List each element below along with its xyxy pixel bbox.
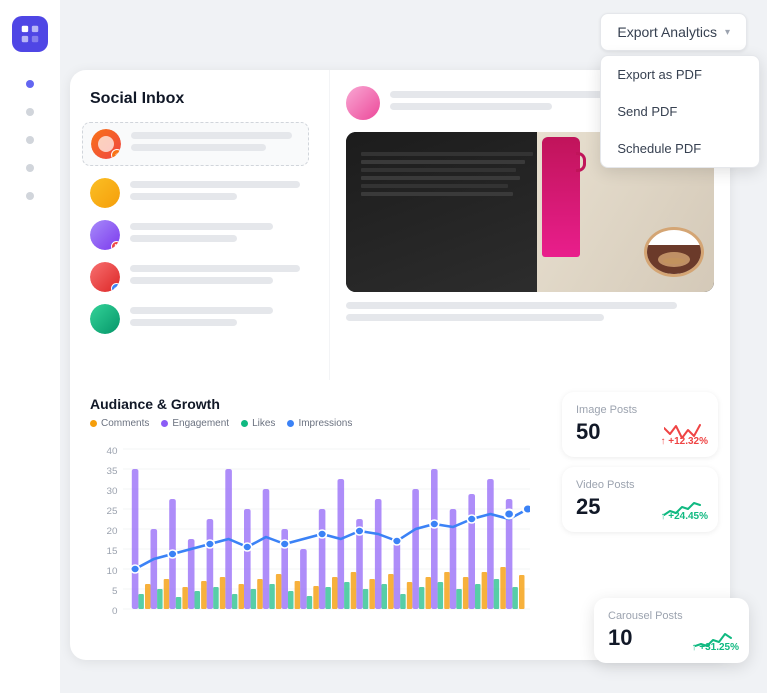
svg-text:0: 0: [112, 606, 118, 616]
sidebar-nav-5[interactable]: [26, 192, 34, 200]
inbox-item-text: [130, 265, 309, 289]
arrow-up-icon: ↑: [660, 436, 665, 447]
social-inbox-title: Social Inbox: [90, 90, 309, 108]
arrow-up-icon: ↑: [660, 511, 665, 522]
svg-text:10: 10: [106, 566, 117, 576]
carousel-posts-card: Carousel Posts 10 ↑ +31.25%: [594, 598, 749, 663]
send-pdf-item[interactable]: Send PDF: [601, 93, 759, 130]
video-posts-change: ↑ +24.45%: [660, 511, 708, 522]
legend-impressions: Impressions: [287, 418, 352, 429]
legend-dot-engagement: [161, 420, 168, 427]
schedule-pdf-item[interactable]: Schedule PDF: [601, 130, 759, 167]
avatar: ↩: [90, 262, 120, 292]
arrow-up-icon: ↑: [691, 642, 696, 653]
legend-label-likes: Likes: [252, 418, 275, 429]
legend-comments: Comments: [90, 418, 149, 429]
legend-label-impressions: Impressions: [298, 418, 352, 429]
export-analytics-label: Export Analytics: [617, 24, 717, 40]
legend-dot-comments: [90, 420, 97, 427]
inbox-item-text: [130, 307, 309, 331]
post-caption: [346, 302, 714, 321]
image-posts-label: Image Posts: [576, 404, 704, 416]
list-item[interactable]: ↩: [90, 262, 309, 292]
video-posts-label: Video Posts: [576, 479, 704, 491]
image-posts-change: ↑ +12.32%: [660, 436, 708, 447]
inbox-item-text: [131, 132, 300, 156]
app-logo[interactable]: [12, 16, 48, 52]
svg-text:5: 5: [112, 586, 118, 596]
export-analytics-button[interactable]: Export Analytics ▾: [600, 13, 747, 51]
list-item[interactable]: [90, 178, 309, 208]
chart-panel: Audiance & Growth Comments Engagement Li…: [70, 380, 550, 660]
svg-text:15: 15: [106, 546, 117, 556]
svg-text:35: 35: [106, 466, 117, 476]
social-inbox-panel: Social Inbox +: [70, 70, 330, 380]
legend-label-engagement: Engagement: [172, 418, 229, 429]
sidebar-nav-3[interactable]: [26, 136, 34, 144]
carousel-posts-value: 10: [608, 626, 632, 650]
sidebar-nav-1[interactable]: [26, 80, 34, 88]
export-as-pdf-item[interactable]: Export as PDF: [601, 56, 759, 93]
list-item[interactable]: +: [82, 122, 309, 166]
svg-text:20: 20: [106, 526, 117, 536]
chevron-down-icon: ▾: [725, 27, 730, 38]
list-item[interactable]: [90, 304, 309, 334]
avatar: [90, 178, 120, 208]
legend-dot-likes: [241, 420, 248, 427]
inbox-item-text: [130, 181, 309, 205]
image-posts-value: 50: [576, 420, 600, 444]
chart-svg: 0 5 10 15 20 25 30 35 40: [90, 439, 530, 619]
sidebar-nav-2[interactable]: [26, 108, 34, 116]
chart-area: 0 5 10 15 20 25 30 35 40: [90, 439, 530, 619]
carousel-posts-label: Carousel Posts: [608, 610, 735, 622]
sidebar: [0, 0, 60, 693]
video-posts-card: Video Posts 25 ↑ +24.45%: [562, 467, 718, 532]
video-posts-value: 25: [576, 495, 600, 519]
legend-likes: Likes: [241, 418, 275, 429]
chart-title: Audiance & Growth: [90, 396, 530, 412]
inbox-item-text: [130, 223, 309, 247]
carousel-posts-change: ↑ +31.25%: [691, 642, 739, 653]
post-author-avatar: [346, 86, 380, 120]
legend-label-comments: Comments: [101, 418, 149, 429]
image-posts-card: Image Posts 50 ↑ +12.32%: [562, 392, 718, 457]
list-item[interactable]: ♥: [90, 220, 309, 250]
export-container: Export Analytics ▾ Export as PDF Send PD…: [600, 13, 747, 51]
avatar: [90, 304, 120, 334]
svg-text:25: 25: [106, 506, 117, 516]
avatar: ♥: [90, 220, 120, 250]
svg-text:40: 40: [106, 446, 117, 456]
sidebar-nav-4[interactable]: [26, 164, 34, 172]
chart-legend: Comments Engagement Likes Impressions: [90, 418, 530, 429]
avatar: +: [91, 129, 121, 159]
legend-dot-impressions: [287, 420, 294, 427]
legend-engagement: Engagement: [161, 418, 229, 429]
svg-text:30: 30: [106, 486, 117, 496]
export-dropdown-menu: Export as PDF Send PDF Schedule PDF: [600, 55, 760, 168]
